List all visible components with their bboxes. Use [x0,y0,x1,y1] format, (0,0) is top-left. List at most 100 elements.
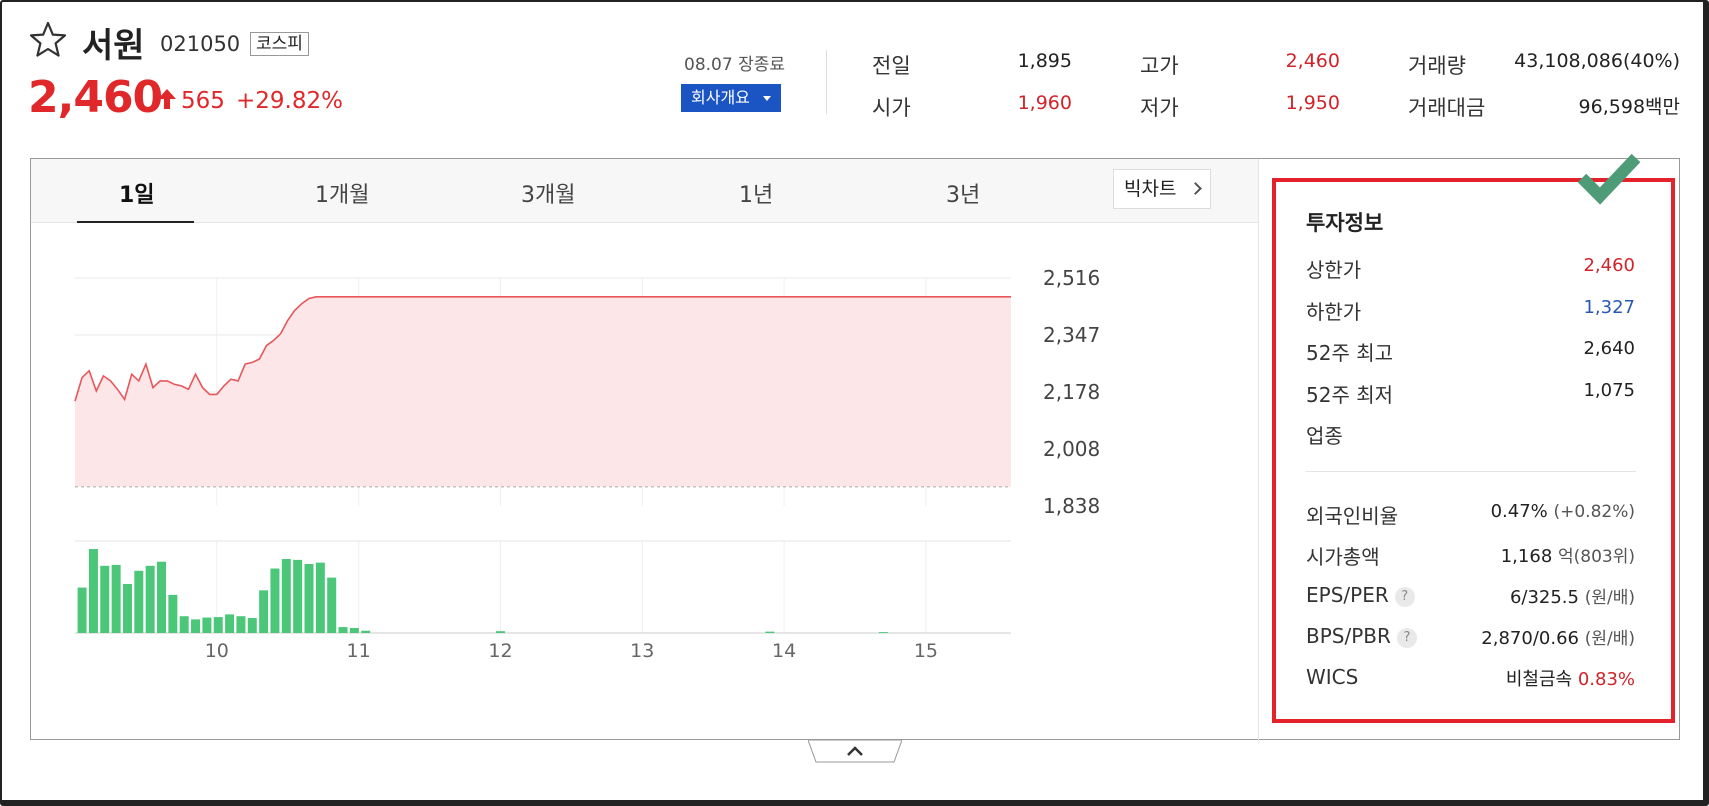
foreign-ratio-value: 0.47% (+0.82%) [1491,501,1635,522]
volume-bar [878,632,888,633]
volume-bar [247,618,257,633]
market-status: 08.07 장종료 [684,55,785,75]
bps-pbr-label: BPS/PBR? [1306,624,1417,648]
intraday-chart[interactable]: 2,516 2,347 2,178 2,008 1,838 10 11 12 13 14 15 [31,223,1258,741]
bps-pbr-value: 2,870/0.66 (원/배) [1481,624,1635,649]
volume-bar [304,563,314,633]
volume-bar [338,627,348,633]
upper-limit-value: 2,460 [1583,255,1635,276]
prev-close-label: 전일 [872,54,911,78]
volume-bar [213,617,223,633]
tab-1day[interactable]: 1일 [119,177,155,209]
wics-value[interactable]: 비철금속 0.83% [1506,665,1635,691]
bps-help-icon[interactable]: ? [1396,628,1417,648]
arrow-up-icon [158,89,176,109]
high-value: 2,460 [1285,50,1340,72]
bps-pbr-unit: (원/배) [1584,629,1635,649]
collapse-chart-button[interactable] [808,740,902,764]
upper-limit-label: 상한가 [1306,258,1362,282]
market-cap-rank: (803위) [1573,547,1635,567]
market-cap-value: 1,168 억(803위) [1501,542,1635,567]
foreign-ratio-change: (+0.82%) [1553,502,1635,522]
tab-1month[interactable]: 1개월 [315,177,369,209]
x-tick-label: 10 [205,640,229,662]
company-overview-button[interactable]: 회사개요 [681,84,781,112]
volume-bar [202,617,212,633]
volume-bar [122,583,132,633]
volume-bar [765,631,775,633]
volume-bar [236,616,246,633]
lower-limit-value: 1,327 [1583,297,1635,318]
y-tick-label: 1,838 [1043,494,1100,518]
price-change-percent: +29.82% [236,88,343,114]
tab-3month[interactable]: 3개월 [521,177,575,209]
volume-bar [111,564,121,633]
open-label: 시가 [872,96,911,120]
volume-bar [134,570,144,633]
volume-bar [100,565,110,633]
eps-per-unit: (원/배) [1584,588,1635,608]
volume-bar [77,587,87,633]
big-chart-button[interactable]: 빅차트 [1113,169,1211,209]
bps-pbr: 2,870/0.66 [1481,628,1579,649]
foreign-ratio: 0.47% [1490,501,1548,522]
x-tick-label: 12 [488,640,512,662]
eps-per-label: EPS/PER? [1306,583,1415,607]
volume-bar [157,561,167,633]
y-tick-label: 2,008 [1043,437,1100,461]
volume-bar [145,565,155,633]
tab-1year[interactable]: 1년 [739,177,773,209]
volume-bar [179,616,189,633]
x-tick-label: 15 [914,640,938,662]
x-tick-label: 13 [630,640,654,662]
header-divider [826,50,827,114]
volume-label: 거래량 [1408,54,1466,78]
bps-pbr-text: BPS/PBR [1306,624,1391,648]
panel-divider [1258,159,1259,741]
sector-label: 업종 [1306,424,1343,448]
volume-bar [361,630,371,633]
big-chart-label: 빅차트 [1124,178,1177,200]
open-value: 1,960 [1017,92,1072,114]
tab-3year[interactable]: 3년 [946,177,980,209]
high52-value: 2,640 [1583,338,1635,359]
low-value: 1,950 [1285,92,1340,114]
volume-bar [259,590,269,633]
foreign-ratio-label: 외국인비율 [1306,504,1398,528]
high-label: 고가 [1140,54,1179,78]
y-tick-label: 2,178 [1043,380,1100,404]
invest-title: 투자정보 [1306,211,1384,235]
period-tabs: 1일 1개월 3개월 1년 3년 빅차트 [31,159,1258,223]
checkmark-icon [1577,153,1641,205]
volume-value: 43,108,086(40%) [1514,50,1680,72]
company-overview-label: 회사개요 [691,88,750,107]
y-tick-label: 2,347 [1043,323,1100,347]
low-label: 저가 [1140,96,1179,120]
volume-bar [495,631,505,633]
price-change: 565 [181,88,225,114]
volume-bar [327,577,337,633]
volume-bar [88,549,98,633]
eps-per-value: 6/325.5 (원/배) [1510,583,1635,608]
chevron-right-icon [1189,182,1202,195]
volume-bar [270,568,280,633]
volume-bar [281,558,291,633]
prev-close-value: 1,895 [1017,50,1072,72]
invest-divider [1306,471,1636,472]
stock-code: 021050 [160,32,241,56]
low52-value: 1,075 [1583,380,1635,401]
favorite-star-icon[interactable] [28,20,68,60]
volume-bar [315,562,325,633]
market-cap-unit: 억 [1558,547,1574,567]
x-tick-label: 11 [347,640,371,662]
eps-help-icon[interactable]: ? [1394,587,1415,607]
high52-label: 52주 최고 [1306,341,1394,365]
volume-bar [191,619,201,633]
market-badge: 코스피 [250,32,309,56]
x-tick-label: 14 [772,640,796,662]
amount-label: 거래대금 [1408,96,1486,120]
wics-label: WICS [1306,665,1359,689]
market-cap-label: 시가총액 [1306,545,1380,569]
market-cap: 1,168 [1500,546,1553,567]
y-tick-label: 2,516 [1043,266,1100,290]
